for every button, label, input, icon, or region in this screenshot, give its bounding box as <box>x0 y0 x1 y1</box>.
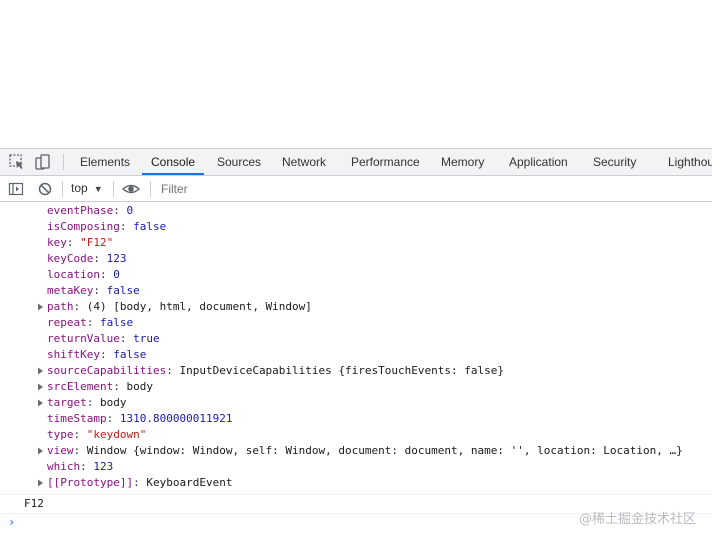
console-property-row[interactable]: [[Prototype]]: KeyboardEvent <box>38 475 233 491</box>
console-prompt-icon[interactable]: › <box>8 514 15 530</box>
devtools-panel: Elements Console Sources Network Perform… <box>0 148 712 547</box>
property-value: false <box>106 284 140 297</box>
property-key: eventPhase <box>47 204 114 217</box>
console-property-row: timeStamp: 1310.800000011921 <box>47 412 233 425</box>
property-key: location <box>47 268 100 281</box>
property-key: timeStamp <box>47 412 107 425</box>
property-key: sourceCapabilities <box>47 364 167 377</box>
console-property-row: metaKey: false <box>47 284 140 297</box>
property-value: "keydown" <box>86 428 147 441</box>
property-key: [[Prototype]] <box>47 476 134 489</box>
property-value: false <box>133 220 167 233</box>
property-key: srcElement <box>47 380 114 393</box>
property-key: target <box>47 396 87 409</box>
watermark: @稀土掘金技术社区 <box>578 512 696 527</box>
property-value: 123 <box>106 252 127 265</box>
page-viewport <box>0 0 712 148</box>
console-property-row: eventPhase: 0 <box>47 204 134 217</box>
property-key: isComposing <box>47 220 120 233</box>
console-property-row[interactable]: view: Window {window: Window, self: Wind… <box>38 443 683 459</box>
context-selector[interactable]: top ▼ <box>71 176 103 201</box>
toolbar-divider <box>150 181 151 197</box>
expand-triangle-icon[interactable] <box>37 443 45 459</box>
toolbar-divider <box>113 181 114 197</box>
tab-sources[interactable]: Sources <box>217 149 261 175</box>
clear-console-icon[interactable] <box>37 181 53 197</box>
property-key: type <box>47 428 74 441</box>
console-property-row: repeat: false <box>47 316 134 329</box>
property-key: shiftKey <box>47 348 100 361</box>
console-output: F12 › @稀土掘金技术社区 eventPhase: 0 isComposing… <box>0 202 712 548</box>
device-toolbar-icon[interactable] <box>34 153 52 171</box>
tab-performance[interactable]: Performance <box>351 149 420 175</box>
chevron-down-icon: ▼ <box>93 184 103 194</box>
toolbar-divider <box>62 181 63 197</box>
tab-security[interactable]: Security <box>593 149 636 175</box>
filter-input[interactable] <box>155 179 712 198</box>
context-label: top <box>71 181 88 195</box>
property-value: body <box>100 396 127 409</box>
property-key: repeat <box>47 316 87 329</box>
devtools-tabbar: Elements Console Sources Network Perform… <box>0 149 712 176</box>
expand-triangle-icon[interactable] <box>37 299 45 315</box>
console-property-row: which: 123 <box>47 460 114 473</box>
property-key: which <box>47 460 81 473</box>
property-value: 0 <box>113 268 120 281</box>
tab-memory[interactable]: Memory <box>441 149 484 175</box>
property-value: false <box>100 316 134 329</box>
property-value: 1310.800000011921 <box>119 412 233 425</box>
tab-elements[interactable]: Elements <box>80 149 130 175</box>
property-key: view <box>47 444 74 457</box>
property-key: key <box>47 236 67 249</box>
property-key: keyCode <box>47 252 94 265</box>
console-property-row: returnValue: true <box>47 332 160 345</box>
console-property-row: type: "keydown" <box>47 428 147 441</box>
expand-triangle-icon[interactable] <box>37 475 45 491</box>
inspect-element-icon[interactable] <box>8 153 26 171</box>
show-sidebar-icon[interactable] <box>8 181 24 197</box>
tab-console[interactable]: Console <box>151 149 195 175</box>
property-value: 0 <box>126 204 134 217</box>
property-value: Window {window: Window, self: Window, do… <box>86 444 683 457</box>
property-key: returnValue <box>47 332 120 345</box>
property-value: true <box>133 332 160 345</box>
property-value: false <box>113 348 147 361</box>
log-divider <box>0 494 712 495</box>
property-value: KeyboardEvent <box>146 476 233 489</box>
tab-lighthouse[interactable]: Lighthouse <box>668 149 712 175</box>
console-toolbar: top ▼ <box>0 176 712 202</box>
property-value: 123 <box>93 460 114 473</box>
console-property-row: isComposing: false <box>47 220 167 233</box>
console-property-row: shiftKey: false <box>47 348 147 361</box>
active-tab-indicator <box>142 173 204 175</box>
property-value: InputDeviceCapabilities {firesTouchEvent… <box>179 364 504 377</box>
eye-icon[interactable] <box>121 181 141 197</box>
expand-triangle-icon[interactable] <box>37 395 45 411</box>
tab-network[interactable]: Network <box>282 149 326 175</box>
expand-triangle-icon[interactable] <box>37 363 45 379</box>
property-key: path <box>47 300 74 313</box>
console-property-row[interactable]: target: body <box>38 395 127 411</box>
tabbar-divider <box>63 154 64 170</box>
console-property-row[interactable]: srcElement: body <box>38 379 153 395</box>
console-property-row[interactable]: sourceCapabilities: InputDeviceCapabilit… <box>38 363 504 379</box>
tab-application[interactable]: Application <box>509 149 568 175</box>
console-property-row: key: "F12" <box>47 236 114 249</box>
property-key: metaKey <box>47 284 94 297</box>
console-property-row: keyCode: 123 <box>47 252 127 265</box>
property-value: "F12" <box>80 236 114 249</box>
property-value: (4) [body, html, document, Window] <box>86 300 312 313</box>
console-property-row: location: 0 <box>47 268 120 281</box>
expand-triangle-icon[interactable] <box>37 379 45 395</box>
property-value: body <box>126 380 153 393</box>
console-property-row[interactable]: path: (4) [body, html, document, Window] <box>38 299 312 315</box>
log-message: F12 <box>24 497 44 510</box>
